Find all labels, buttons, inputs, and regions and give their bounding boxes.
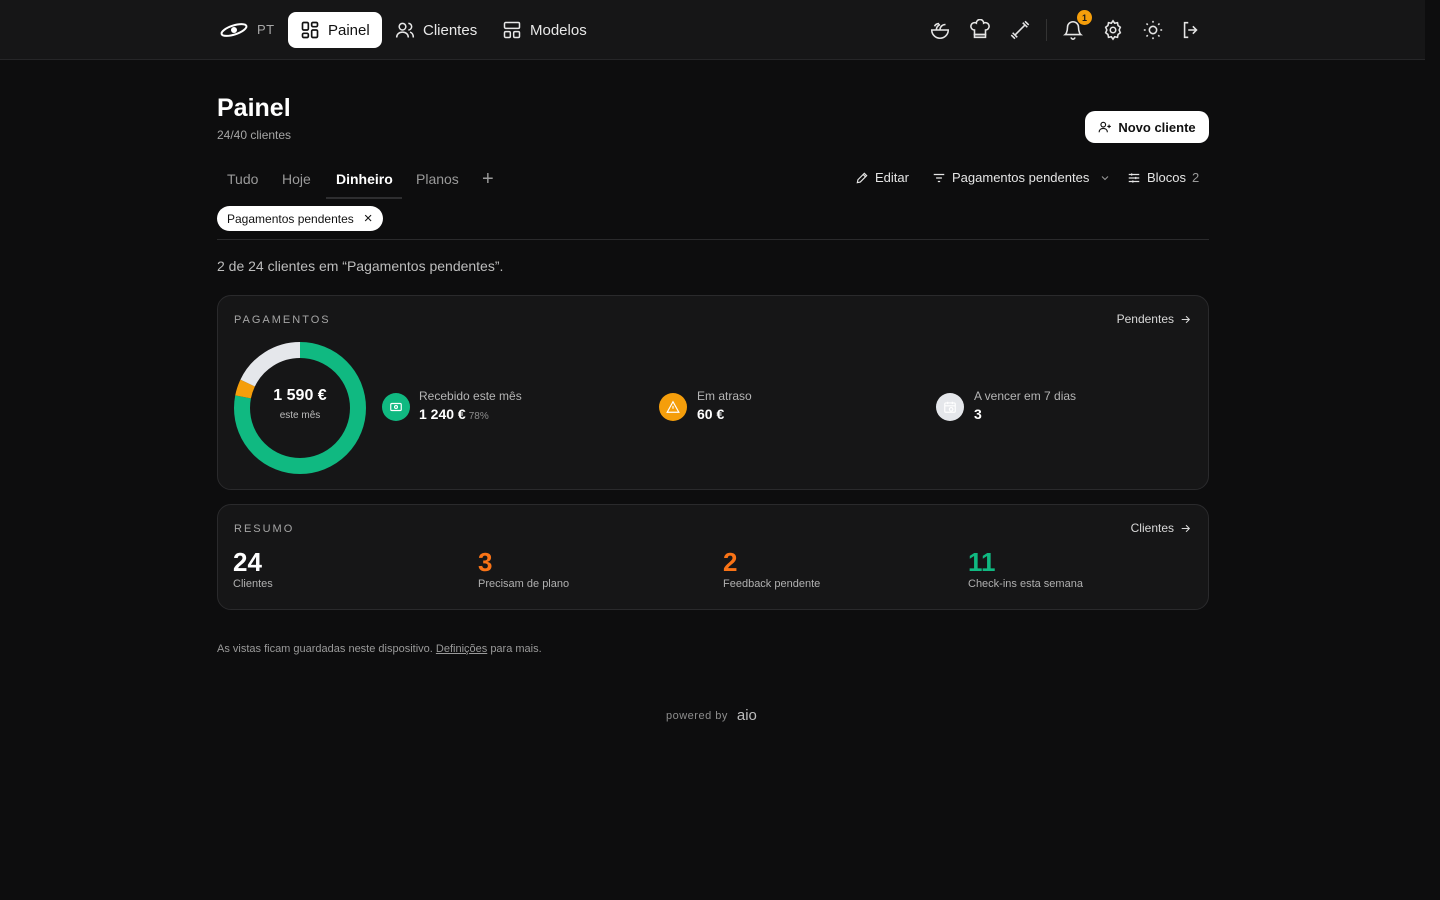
active-tab-indicator — [326, 197, 402, 199]
gear-icon — [1104, 19, 1122, 41]
filter-chip-label: Pagamentos pendentes — [227, 211, 354, 226]
due-soon-value: 3 — [974, 406, 982, 422]
workouts-button[interactable] — [1009, 19, 1031, 41]
summary-clients-label: Clientes — [233, 578, 273, 590]
filter-label: Pagamentos pendentes — [952, 170, 1090, 185]
pending-link-label: Pendentes — [1116, 312, 1174, 326]
chevron-down-icon — [1101, 175, 1109, 180]
theme-toggle[interactable] — [1142, 19, 1164, 41]
tab-hoje[interactable]: Hoje — [282, 171, 311, 187]
summary-checkins-label: Check-ins esta semana — [968, 578, 1083, 590]
clients-link[interactable]: Clientes — [1131, 521, 1192, 535]
new-client-label: Novo cliente — [1118, 119, 1196, 135]
filter-icon — [933, 173, 945, 182]
footnote: As vistas ficam guardadas neste disposit… — [217, 643, 542, 655]
nav-painel-label: Painel — [328, 21, 370, 39]
page-title: Painel — [217, 94, 291, 122]
nav-modelos[interactable]: Modelos — [490, 12, 599, 48]
filter-chip: Pagamentos pendentes × — [217, 206, 383, 231]
nav-clientes-label: Clientes — [423, 21, 478, 39]
clients-link-label: Clientes — [1130, 521, 1174, 535]
nutrition-button[interactable] — [929, 19, 951, 41]
received-stat-icon — [382, 393, 410, 421]
summary-feedback-value: 2 — [723, 547, 738, 577]
edit-label: Editar — [875, 170, 909, 185]
summary-card: RESUMO Clientes 24 Clientes 3 Precisam d… — [217, 504, 1209, 610]
donut-total-value: 1 590 € — [273, 387, 327, 404]
sliders-icon — [1128, 172, 1140, 183]
footnote-text-end: para mais. — [490, 643, 542, 655]
powered-by-brand[interactable]: aio — [737, 707, 757, 724]
summary-checkins-value: 11 — [968, 547, 996, 577]
arrow-right-icon — [1181, 315, 1191, 323]
pencil-icon — [856, 172, 868, 183]
money-icon — [390, 402, 402, 412]
received-label: Recebido este mês — [419, 389, 522, 403]
sun-icon — [1143, 20, 1163, 40]
dashboard-icon — [301, 21, 319, 39]
overdue-value: 60 € — [697, 406, 725, 422]
toolbar-divider — [1046, 19, 1047, 41]
divider — [217, 239, 1209, 240]
notification-badge: 1 — [1077, 10, 1092, 25]
payments-card: PAGAMENTOS Pendentes 1 590 € este mês Re… — [217, 295, 1209, 490]
edit-button[interactable]: Editar — [855, 170, 909, 185]
new-client-button[interactable]: Novo cliente — [1085, 111, 1209, 143]
users-icon — [395, 22, 415, 38]
logout-button[interactable] — [1180, 19, 1202, 41]
nav-clientes[interactable]: Clientes — [383, 12, 489, 48]
language-switch[interactable]: PT — [257, 22, 275, 37]
payments-donut-chart — [234, 342, 366, 474]
summary-feedback-label: Feedback pendente — [723, 578, 821, 590]
tab-planos[interactable]: Planos — [416, 171, 459, 187]
templates-icon — [503, 21, 521, 39]
blocks-button[interactable]: Blocos 2 — [1127, 170, 1199, 185]
due-soon-label: A vencer em 7 dias — [974, 389, 1077, 403]
add-tab-button[interactable]: + — [482, 168, 494, 191]
dumbbell-icon — [1010, 20, 1030, 40]
arrow-right-icon — [1181, 524, 1191, 532]
summary-title: RESUMO — [234, 523, 295, 535]
blocks-label: Blocos — [1147, 170, 1187, 185]
received-amount: 1 240 € — [419, 406, 466, 422]
pending-link[interactable]: Pendentes — [1117, 312, 1192, 326]
tab-dinheiro[interactable]: Dinheiro — [336, 171, 393, 187]
payments-title: PAGAMENTOS — [234, 314, 331, 326]
due-soon-stat-icon — [936, 393, 964, 421]
calendar-clock-icon — [944, 401, 956, 413]
filter-dropdown[interactable]: Pagamentos pendentes — [932, 170, 1111, 185]
close-icon[interactable]: × — [364, 210, 373, 227]
footnote-text: As vistas ficam guardadas neste disposit… — [217, 643, 433, 655]
settings-link[interactable]: Definições — [436, 643, 487, 655]
salad-icon — [930, 22, 950, 39]
received-percent: 78% — [468, 411, 489, 422]
add-user-icon — [1098, 121, 1112, 133]
summary-need-plan-label: Precisam de plano — [478, 578, 570, 590]
result-summary: 2 de 24 clientes em “Pagamentos pendente… — [217, 258, 504, 274]
received-value: 1 240 €78% — [419, 406, 489, 422]
summary-need-plan-value: 3 — [478, 547, 493, 577]
client-count: 24/40 clientes — [217, 128, 292, 142]
logout-icon — [1183, 21, 1198, 39]
nav-painel[interactable]: Painel — [288, 12, 382, 48]
summary-clients-value: 24 — [233, 547, 262, 577]
powered-by-label: powered by — [666, 709, 728, 722]
powered-by: powered by aio — [666, 707, 757, 724]
brand-logo[interactable] — [219, 20, 249, 40]
donut-total-label: este mês — [279, 410, 321, 421]
overdue-label: Em atraso — [697, 389, 752, 403]
top-bar: PT Painel Clientes Modelos 1 — [0, 0, 1425, 60]
chef-hat-icon — [970, 18, 990, 39]
nav-modelos-label: Modelos — [530, 21, 587, 39]
settings-button[interactable] — [1102, 19, 1124, 41]
blocks-count: 2 — [1192, 170, 1200, 185]
overdue-stat-icon — [659, 393, 687, 421]
recipes-button[interactable] — [969, 18, 991, 41]
tab-tudo[interactable]: Tudo — [227, 171, 258, 187]
warning-icon — [666, 400, 680, 413]
